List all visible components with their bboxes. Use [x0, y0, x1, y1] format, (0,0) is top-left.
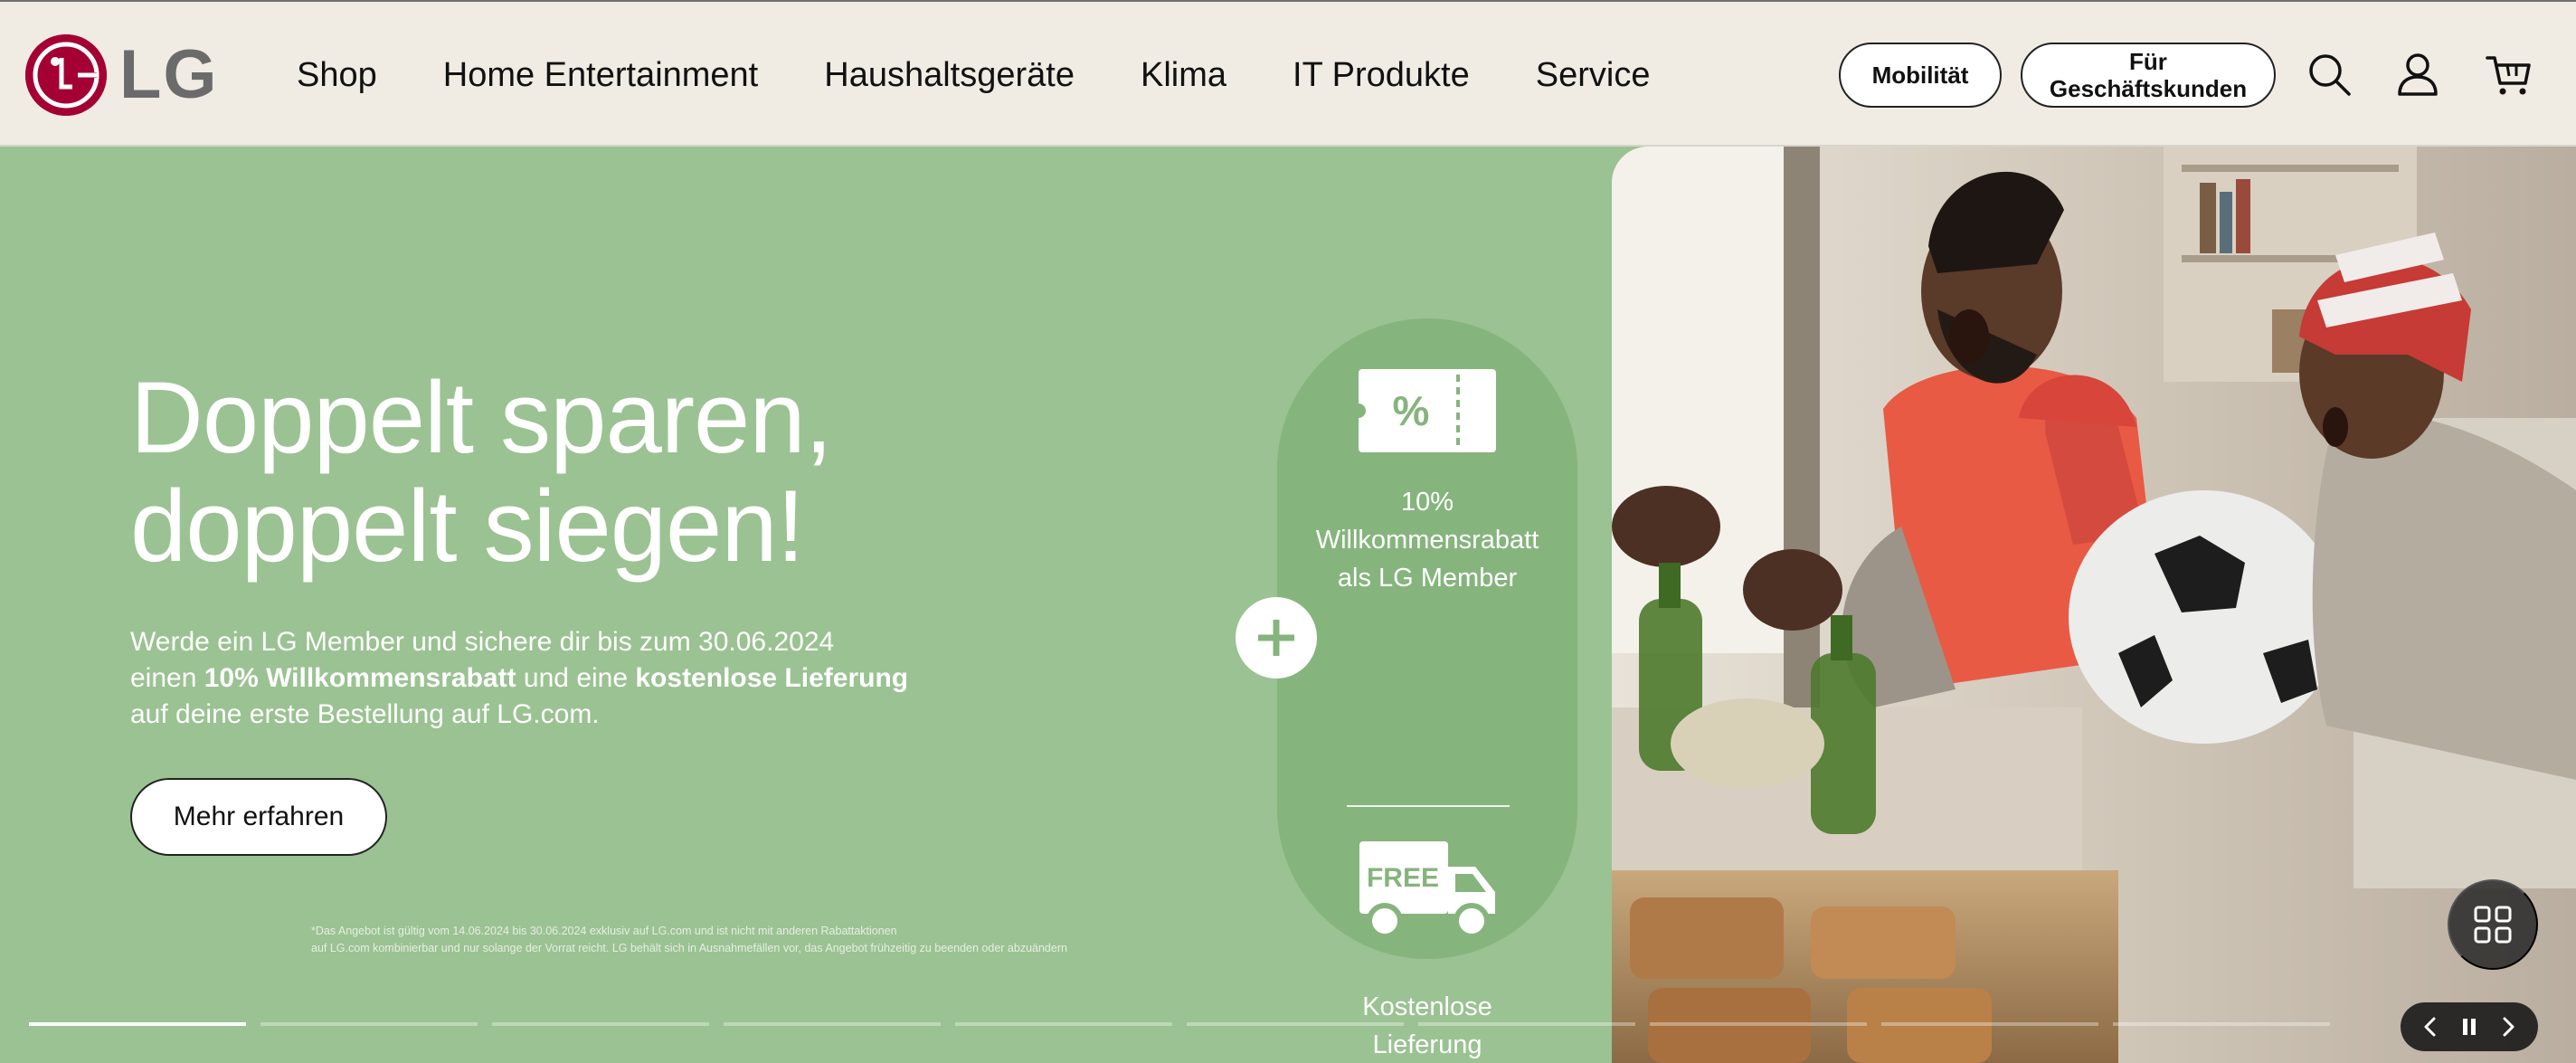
nav-item-klima[interactable]: Klima — [1141, 56, 1226, 95]
hero-headline-line1: Doppelt sparen, — [130, 361, 833, 474]
carousel-indicator-9[interactable] — [1881, 1022, 2098, 1026]
nav-item-home-entertainment[interactable]: Home Entertainment — [443, 56, 759, 95]
hero-headline-line2: doppelt siegen! — [130, 470, 805, 583]
carousel-indicator-5[interactable] — [955, 1022, 1172, 1026]
delivery-line2: Lieferung — [1372, 1030, 1482, 1059]
carousel-indicator-7[interactable] — [1418, 1022, 1635, 1026]
hero-description: Werde ein LG Member und sichere dir bis … — [130, 624, 1035, 733]
hero-disclaimer: *Das Angebot ist gültig vom 14.06.2024 b… — [311, 923, 1216, 957]
hero-description-discount: 10% Willkommensrabatt — [204, 663, 516, 693]
hero-description-line2-pre: einen — [130, 663, 204, 693]
coupon-icon: % — [1355, 365, 1500, 456]
discount-line2: Willkommensrabatt — [1315, 526, 1539, 555]
capsule-divider — [1347, 805, 1510, 807]
discount-text: 10% Willkommensrabatt als LG Member — [1277, 483, 1577, 597]
carousel-indicator-3[interactable] — [492, 1022, 709, 1026]
chevron-left-icon[interactable] — [2418, 1014, 2443, 1039]
business-label-line2: Geschäftskunden — [2049, 75, 2248, 102]
hero-description-delivery: kostenlose Lieferung — [635, 663, 909, 693]
discount-line1: 10% — [1400, 488, 1454, 517]
main-nav: Shop Home Entertainment Haushaltsgeräte … — [297, 2, 1716, 148]
lg-logo[interactable]: LG — [25, 33, 219, 118]
pause-icon[interactable] — [2457, 1014, 2482, 1039]
hero-description-line2-mid: und eine — [516, 663, 636, 693]
plus-icon — [1236, 597, 1317, 679]
truck-free-label: FREE — [1367, 863, 1439, 893]
carousel-controls — [2401, 1002, 2538, 1051]
hero-headline: Doppelt sparen, doppelt siegen! — [130, 364, 944, 581]
lg-logo-icon — [25, 34, 107, 116]
site-header: LG Shop Home Entertainment Haushaltsgerä… — [0, 0, 2576, 147]
grid-icon[interactable] — [2448, 879, 2538, 970]
carousel-indicator-8[interactable] — [1650, 1022, 1867, 1026]
disclaimer-line1: *Das Angebot ist gültig vom 14.06.2024 b… — [311, 925, 897, 937]
hero-description-line3: auf deine erste Bestellung auf LG.com. — [130, 699, 600, 729]
nav-item-it-produkte[interactable]: IT Produkte — [1293, 56, 1470, 95]
hero-banner: Doppelt sparen, doppelt siegen! Werde ei… — [0, 147, 2576, 1063]
carousel-indicator-10[interactable] — [2113, 1022, 2330, 1026]
chevron-right-icon[interactable] — [2496, 1014, 2521, 1039]
disclaimer-line2: auf LG.com kombinierbar und nur solange … — [311, 942, 1067, 954]
lg-logo-text: LG — [119, 36, 219, 113]
hero-description-line1: Werde ein LG Member und sichere dir bis … — [130, 627, 835, 657]
carousel-indicator-6[interactable] — [1187, 1022, 1404, 1026]
nav-item-shop[interactable]: Shop — [297, 56, 377, 95]
truck-icon: FREE — [1358, 840, 1502, 944]
learn-more-button[interactable]: Mehr erfahren — [130, 778, 387, 856]
nav-item-haushaltsgeraete[interactable]: Haushaltsgeräte — [824, 56, 1075, 95]
cart-icon[interactable] — [2484, 49, 2534, 100]
discount-line3: als LG Member — [1337, 564, 1518, 593]
hero-photo — [1612, 147, 2576, 1063]
delivery-line1: Kostenlose — [1362, 992, 1492, 1021]
carousel-indicator-4[interactable] — [724, 1022, 941, 1026]
carousel-indicator-1[interactable] — [29, 1022, 246, 1026]
carousel-indicator-2[interactable] — [260, 1022, 478, 1026]
mobility-button[interactable]: Mobilität — [1839, 43, 2002, 108]
business-label-line1: Für — [2129, 48, 2167, 75]
coupon-symbol: % — [1393, 387, 1430, 434]
user-icon[interactable] — [2392, 49, 2443, 100]
promo-capsule: % 10% Willkommensrabatt als LG Member FR… — [1277, 318, 1577, 1059]
business-customers-button[interactable]: Für Geschäftskunden — [2021, 43, 2276, 108]
carousel-progress — [29, 1022, 2344, 1026]
search-icon[interactable] — [2304, 49, 2354, 100]
nav-item-service[interactable]: Service — [1536, 56, 1651, 95]
